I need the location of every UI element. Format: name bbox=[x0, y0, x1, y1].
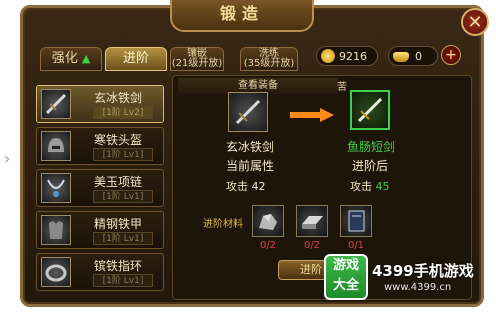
list-item-armor[interactable]: 精钢铁甲 [1阶 Lv1] bbox=[36, 211, 164, 249]
current-item-name: 玄冰铁剑 bbox=[226, 140, 275, 154]
watermark-badge: 游戏 大全 bbox=[324, 254, 368, 300]
list-item-necklace[interactable]: 美玉项链 [1阶 Lv1] bbox=[36, 169, 164, 207]
armor-icon bbox=[41, 215, 71, 245]
sword-icon bbox=[41, 89, 71, 119]
current-attack: 攻击 42 bbox=[226, 178, 266, 194]
tab-strengthen[interactable]: 强化 ▲ bbox=[40, 47, 102, 71]
next-item-name: 鱼肠短剑 bbox=[347, 140, 396, 154]
watermark-badge-line1: 游戏 bbox=[332, 258, 359, 273]
side-expand-arrow-icon[interactable]: › bbox=[4, 145, 16, 173]
tab-refine-sub: (35级开放) bbox=[243, 58, 295, 69]
necklace-icon bbox=[41, 173, 71, 203]
item-level: [1阶 Lv1] bbox=[93, 232, 153, 245]
scroll-book-count: 0/1 bbox=[347, 240, 365, 251]
ingot-counter: 0 bbox=[388, 46, 438, 66]
item-name: 精钢铁甲 bbox=[93, 217, 142, 231]
gold-counter: 9216 bbox=[316, 46, 378, 66]
list-item-ring[interactable]: 镔铁指环 [1阶 Lv1] bbox=[36, 253, 164, 291]
current-attack-value: 42 bbox=[251, 180, 266, 193]
item-name: 寒铁头盔 bbox=[93, 133, 142, 147]
gold-coin-icon bbox=[321, 49, 335, 63]
gold-ingot-icon bbox=[393, 52, 409, 62]
gold-value: 9216 bbox=[339, 50, 367, 63]
watermark-url: www.4399.cn bbox=[384, 282, 452, 293]
list-item-sword[interactable]: 玄冰铁剑 [1阶 Lv2] bbox=[36, 85, 164, 123]
ingot-value: 0 bbox=[415, 50, 422, 63]
next-attack-value: 45 bbox=[375, 180, 390, 193]
up-arrow-icon: ▲ bbox=[81, 52, 91, 65]
window-title: 锻造 bbox=[170, 0, 314, 32]
item-level: [1阶 Lv2] bbox=[93, 106, 153, 119]
item-name: 镔铁指环 bbox=[93, 259, 142, 273]
next-attack: 攻击 45 bbox=[350, 178, 390, 194]
item-level: [1阶 Lv1] bbox=[93, 148, 153, 161]
recharge-plus-button[interactable]: + bbox=[441, 45, 461, 65]
watermark-title: 4399手机游戏 bbox=[372, 262, 474, 280]
ore-icon[interactable] bbox=[252, 205, 284, 237]
tab-strengthen-label: 强化 bbox=[51, 51, 78, 66]
ore-count: 0/2 bbox=[259, 240, 277, 251]
partial-label: 苦 bbox=[337, 82, 347, 93]
current-attr-title: 当前属性 bbox=[226, 159, 275, 173]
tab-inlay[interactable]: 镶嵌 (21级开放) bbox=[170, 47, 224, 71]
close-icon[interactable]: ✕ bbox=[461, 8, 489, 36]
iron-bar-count: 0/2 bbox=[303, 240, 321, 251]
item-name: 美玉项链 bbox=[93, 175, 142, 189]
item-level: [1阶 Lv1] bbox=[93, 274, 153, 287]
watermark-logo: 游戏 大全 4399手机游戏 www.4399.cn bbox=[324, 252, 486, 310]
next-attr-title: 进阶后 bbox=[352, 159, 389, 173]
iron-bar-icon[interactable] bbox=[296, 205, 328, 237]
item-name: 玄冰铁剑 bbox=[93, 91, 142, 105]
current-attack-label: 攻击 bbox=[226, 180, 248, 193]
ring-icon bbox=[41, 257, 71, 287]
watermark-badge-line2: 大全 bbox=[332, 278, 359, 293]
tab-inlay-sub: (21级开放) bbox=[171, 58, 223, 69]
tab-refine[interactable]: 洗练 (35级开放) bbox=[240, 47, 298, 71]
equipment-list: 玄冰铁剑 [1阶 Lv2] 寒铁头盔 [1阶 Lv1] 美玉项链 [1阶 Lv1… bbox=[36, 75, 168, 303]
list-item-helmet[interactable]: 寒铁头盔 [1阶 Lv1] bbox=[36, 127, 164, 165]
upgrade-arrow-icon bbox=[290, 108, 336, 122]
item-level: [1阶 Lv1] bbox=[93, 190, 153, 203]
scroll-book-icon[interactable] bbox=[340, 205, 372, 237]
helmet-icon bbox=[41, 131, 71, 161]
tab-advance[interactable]: 进阶 bbox=[105, 47, 167, 71]
current-item-icon[interactable] bbox=[228, 92, 268, 132]
next-attack-label: 攻击 bbox=[350, 180, 372, 193]
next-item-icon[interactable] bbox=[350, 90, 390, 130]
materials-title: 进阶材料 bbox=[203, 219, 243, 230]
